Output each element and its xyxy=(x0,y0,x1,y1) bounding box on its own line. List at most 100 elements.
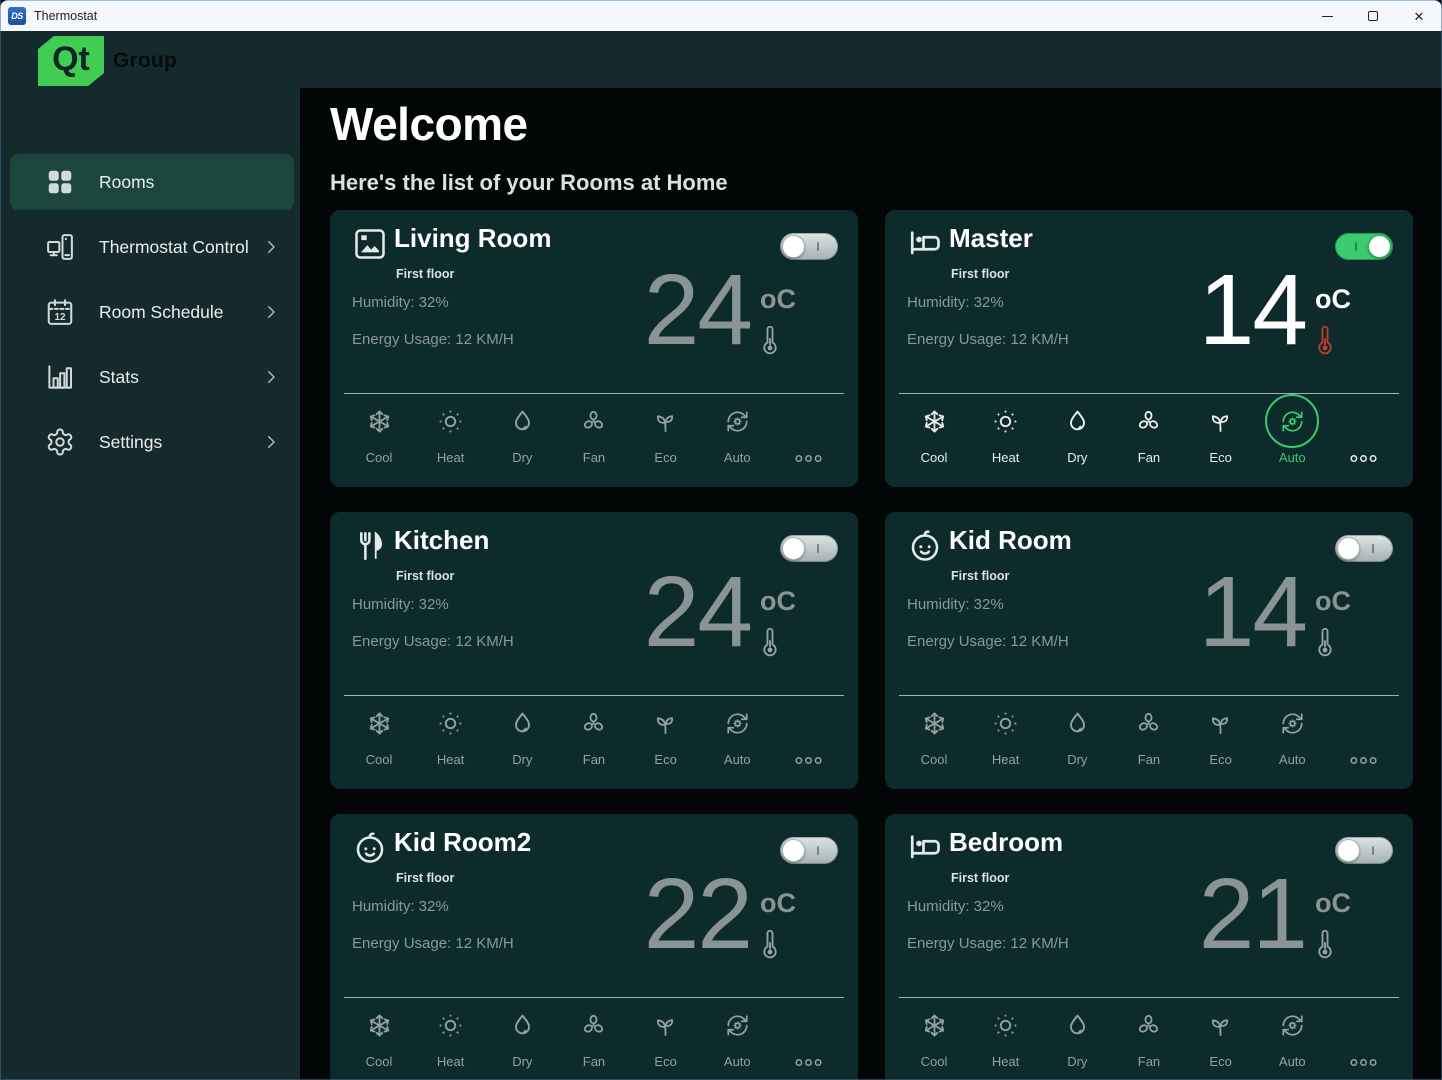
mode-fan-button[interactable]: Fan xyxy=(1114,394,1184,466)
mode-eco-button[interactable]: Eco xyxy=(1186,696,1256,768)
mode-fan-button[interactable]: Fan xyxy=(559,998,629,1070)
sidebar-item-rooms[interactable]: Rooms xyxy=(10,154,294,210)
mode-buttons: Cool Heat Dry Fan Eco Auto xyxy=(344,696,844,768)
minimize-button[interactable] xyxy=(1304,1,1350,32)
mode-dry-button[interactable]: Dry xyxy=(1042,696,1112,768)
mode-heat-button[interactable]: Heat xyxy=(416,394,486,466)
snowflake-icon xyxy=(921,408,948,435)
mode-eco-button[interactable]: Eco xyxy=(1186,394,1256,466)
more-icon xyxy=(1350,1054,1377,1070)
more-options-button[interactable] xyxy=(774,394,844,466)
eco-icon xyxy=(1207,710,1234,737)
more-icon xyxy=(795,752,822,768)
window-controls: ✕ xyxy=(1304,1,1442,32)
more-options-button[interactable] xyxy=(1329,696,1399,768)
bar-chart-icon xyxy=(45,362,75,392)
mode-fan-button[interactable]: Fan xyxy=(1114,696,1184,768)
mode-fan-button[interactable]: Fan xyxy=(1114,998,1184,1070)
auto-icon xyxy=(724,1012,751,1039)
qt-logo-icon: Qt xyxy=(38,36,104,86)
mode-auto-button[interactable]: Auto xyxy=(702,998,772,1070)
sidebar-item-thermostat-control[interactable]: Thermostat Control xyxy=(10,219,294,275)
mode-auto-button[interactable]: Auto xyxy=(1257,998,1327,1070)
room-card: Living Room First floor Humidity: 32% En… xyxy=(330,210,858,487)
svg-text:12: 12 xyxy=(54,312,66,323)
energy-usage-label: Energy Usage: 12 KM/H xyxy=(352,633,514,650)
more-options-button[interactable] xyxy=(1329,998,1399,1070)
room-name: Kid Room2 xyxy=(394,827,531,858)
energy-usage-label: Energy Usage: 12 KM/H xyxy=(907,331,1069,348)
snowflake-icon xyxy=(366,1012,393,1039)
mode-auto-button[interactable]: Auto xyxy=(1257,394,1327,466)
mode-dry-button[interactable]: Dry xyxy=(487,394,557,466)
room-floor: First floor xyxy=(396,267,454,281)
humidity-label: Humidity: 32% xyxy=(907,596,1004,613)
humidity-label: Humidity: 32% xyxy=(907,898,1004,915)
mode-heat-button[interactable]: Heat xyxy=(971,394,1041,466)
close-button[interactable]: ✕ xyxy=(1396,1,1442,32)
mode-cool-button[interactable]: Cool xyxy=(899,998,969,1070)
maximize-button[interactable] xyxy=(1350,1,1396,32)
chevron-right-icon xyxy=(262,303,280,321)
mode-cool-button[interactable]: Cool xyxy=(344,696,414,768)
mode-buttons: Cool Heat Dry Fan Eco Auto xyxy=(344,998,844,1070)
mode-eco-button[interactable]: Eco xyxy=(1186,998,1256,1070)
more-options-button[interactable] xyxy=(1329,394,1399,466)
humidity-label: Humidity: 32% xyxy=(352,898,449,915)
sun-icon xyxy=(992,408,1019,435)
mode-auto-button[interactable]: Auto xyxy=(1257,696,1327,768)
temperature-unit: oC xyxy=(1315,586,1351,616)
mode-fan-button[interactable]: Fan xyxy=(559,696,629,768)
mode-heat-button[interactable]: Heat xyxy=(971,998,1041,1070)
mode-dry-button[interactable]: Dry xyxy=(487,998,557,1070)
sun-icon xyxy=(437,408,464,435)
app-window: Qt Group Rooms Thermostat Control 12 Roo… xyxy=(0,31,1442,1080)
eco-icon xyxy=(1207,1012,1234,1039)
mode-dry-button[interactable]: Dry xyxy=(1042,998,1112,1070)
sidebar-item-room-schedule[interactable]: 12 Room Schedule xyxy=(10,284,294,340)
mode-heat-button[interactable]: Heat xyxy=(416,696,486,768)
mode-heat-button[interactable]: Heat xyxy=(416,998,486,1070)
sun-icon xyxy=(437,1012,464,1039)
mode-auto-button[interactable]: Auto xyxy=(702,394,772,466)
auto-icon xyxy=(724,710,751,737)
thermometer-icon xyxy=(1317,626,1333,658)
mode-eco-button[interactable]: Eco xyxy=(631,696,701,768)
mode-dry-button[interactable]: Dry xyxy=(487,696,557,768)
sidebar-item-stats[interactable]: Stats xyxy=(10,349,294,405)
temperature-unit: oC xyxy=(760,586,796,616)
droplet-icon xyxy=(1064,710,1091,737)
temperature-unit: oC xyxy=(760,284,796,314)
more-icon xyxy=(795,450,822,466)
mode-auto-button[interactable]: Auto xyxy=(702,696,772,768)
rooms-grid: Living Room First floor Humidity: 32% En… xyxy=(330,210,1413,1080)
more-options-button[interactable] xyxy=(774,998,844,1070)
mode-cool-button[interactable]: Cool xyxy=(899,696,969,768)
mode-cool-button[interactable]: Cool xyxy=(899,394,969,466)
qt-group-logo: Qt Group xyxy=(38,35,300,87)
mode-eco-button[interactable]: Eco xyxy=(631,394,701,466)
mode-heat-button[interactable]: Heat xyxy=(971,696,1041,768)
more-options-button[interactable] xyxy=(774,696,844,768)
temperature: 24 oC xyxy=(644,552,796,672)
room-card: Kid Room2 First floor Humidity: 32% Ener… xyxy=(330,814,858,1080)
app-icon: DS xyxy=(8,7,26,25)
mode-fan-button[interactable]: Fan xyxy=(559,394,629,466)
baby-icon xyxy=(907,528,943,564)
mode-cool-button[interactable]: Cool xyxy=(344,998,414,1070)
energy-usage-label: Energy Usage: 12 KM/H xyxy=(907,633,1069,650)
humidity-label: Humidity: 32% xyxy=(907,294,1004,311)
sidebar-item-settings[interactable]: Settings xyxy=(10,414,294,470)
fan-icon xyxy=(580,710,607,737)
humidity-label: Humidity: 32% xyxy=(352,596,449,613)
mode-eco-button[interactable]: Eco xyxy=(631,998,701,1070)
more-icon xyxy=(795,1054,822,1070)
minimize-icon xyxy=(1322,16,1333,17)
calendar-icon: 12 xyxy=(45,297,75,327)
mode-buttons: Cool Heat Dry Fan Eco Auto xyxy=(344,394,844,466)
droplet-icon xyxy=(509,710,536,737)
fan-icon xyxy=(1135,1012,1162,1039)
logo-group-text: Group xyxy=(113,49,177,73)
mode-cool-button[interactable]: Cool xyxy=(344,394,414,466)
mode-dry-button[interactable]: Dry xyxy=(1042,394,1112,466)
